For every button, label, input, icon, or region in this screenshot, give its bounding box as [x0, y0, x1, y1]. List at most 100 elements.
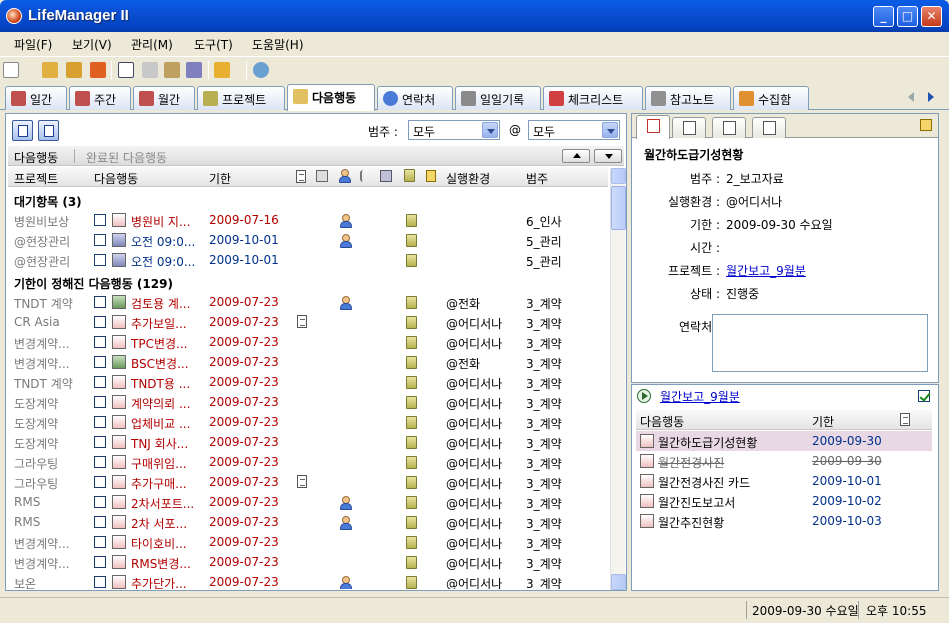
complete-checkbox[interactable] — [94, 234, 106, 246]
table-row[interactable]: 변경계약... RMS변경... 2009-07-23 @어디서나 3_계약 — [8, 552, 608, 572]
tab-next-action[interactable]: 다음행동 — [287, 84, 375, 111]
table-row[interactable]: 변경계약... 타이호비... 2009-07-23 @어디서나 3_계약 — [8, 532, 608, 552]
note-attached-icon[interactable] — [297, 475, 307, 488]
detail-tab-checklist[interactable] — [712, 117, 746, 138]
move-down-button[interactable] — [594, 149, 622, 163]
complete-checkbox[interactable] — [94, 516, 106, 528]
col-due[interactable]: 기한 — [812, 413, 834, 430]
tab-scroll-right-icon[interactable] — [928, 92, 934, 102]
field-value[interactable]: 월간보고_9월분 — [726, 262, 806, 279]
table-row[interactable]: CR Asia 추가보일... 2009-07-23 @어디서나 3_계약 — [8, 312, 608, 332]
contact-icon[interactable] — [339, 496, 352, 510]
move-up-button[interactable] — [562, 149, 590, 163]
menu-manage[interactable]: 관리(M) — [131, 36, 173, 53]
tab-inbox[interactable]: 수집함 — [733, 86, 809, 110]
col-category[interactable]: 범주 — [526, 170, 548, 187]
table-row[interactable]: 보온 추가단가... 2009-07-23 @어디서나 3_계약 — [8, 572, 608, 589]
active-actions-tab[interactable]: 다음행동 — [14, 149, 58, 166]
project-column-icon[interactable] — [404, 169, 416, 182]
scroll-down-button[interactable] — [611, 574, 626, 590]
list-item[interactable]: 월간전경사진 2009-09-30 — [636, 451, 932, 471]
chevron-down-icon[interactable] — [602, 122, 618, 138]
complete-checkbox[interactable] — [94, 396, 106, 408]
tab-monthly[interactable]: 월간 — [133, 86, 195, 110]
table-row[interactable]: 도장계약 업체비교 ... 2009-07-23 @어디서나 3_계약 — [8, 412, 608, 432]
lock-icon[interactable] — [214, 62, 230, 78]
search-icon[interactable] — [253, 62, 269, 78]
menu-file[interactable]: 파일(F) — [14, 36, 52, 53]
sync-icon[interactable] — [90, 62, 106, 78]
chevron-down-icon[interactable] — [482, 122, 498, 138]
list-item[interactable]: 월간추진현황 2009-10-03 — [636, 511, 932, 531]
table-row[interactable]: TNDT 계약 TNDT용 ... 2009-07-23 @어디서나 3_계약 — [8, 372, 608, 392]
context-filter-select[interactable]: 모두 — [528, 120, 620, 140]
note-column-icon[interactable] — [296, 170, 308, 183]
attachment-column-icon[interactable] — [360, 170, 366, 182]
minimize-button[interactable]: _ — [873, 6, 894, 27]
col-action[interactable]: 다음행동 — [640, 413, 684, 430]
complete-checkbox[interactable] — [94, 296, 106, 308]
complete-checkbox[interactable] — [94, 376, 106, 388]
menu-help[interactable]: 도움말(H) — [252, 36, 304, 53]
list-item[interactable]: 월간전경사진 카드 2009-10-01 — [636, 471, 932, 491]
show-completed-checkbox[interactable] — [918, 390, 930, 402]
group-header[interactable]: 기한이 정해진 다음행동 (129) — [8, 272, 608, 292]
note-attached-icon[interactable] — [297, 315, 307, 328]
complete-checkbox[interactable] — [94, 576, 106, 588]
complete-checkbox[interactable] — [94, 316, 106, 328]
tab-checklist[interactable]: 체크리스트 — [543, 86, 643, 110]
category-filter-select[interactable]: 모두 — [408, 120, 500, 140]
complete-checkbox[interactable] — [94, 456, 106, 468]
table-row[interactable]: 변경계약... TPC변경... 2009-07-23 @어디서나 3_계약 — [8, 332, 608, 352]
vertical-scrollbar[interactable] — [610, 168, 626, 590]
group-header[interactable]: 대기항목 (3) — [8, 190, 608, 210]
menu-tools[interactable]: 도구(T) — [194, 36, 233, 53]
new-action-button[interactable] — [12, 120, 33, 141]
complete-checkbox[interactable] — [94, 416, 106, 428]
menu-view[interactable]: 보기(V) — [72, 36, 112, 53]
tools-icon[interactable] — [186, 62, 202, 78]
tab-weekly[interactable]: 주간 — [69, 86, 131, 110]
project-link[interactable]: 월간보고_9월분 — [660, 388, 740, 405]
import-icon[interactable] — [42, 62, 58, 78]
list-item[interactable]: 월간하도급기성현황 2009-09-30 — [636, 431, 932, 451]
tab-project[interactable]: 프로젝트 — [197, 86, 285, 110]
new-icon[interactable] — [3, 62, 19, 78]
contact-column-icon[interactable] — [338, 169, 351, 183]
note-column-icon[interactable] — [900, 413, 910, 426]
table-row[interactable]: 그라우팅 구매위임... 2009-07-23 @어디서나 3_계약 — [8, 452, 608, 472]
list-item[interactable]: 월간진도보고서 2009-10-02 — [636, 491, 932, 511]
grid-icon[interactable] — [118, 62, 134, 78]
contact-memo[interactable] — [712, 314, 928, 372]
table-row[interactable]: RMS 2차 서포... 2009-07-23 @어디서나 3_계약 — [8, 512, 608, 532]
complete-checkbox[interactable] — [94, 356, 106, 368]
col-action[interactable]: 다음행동 — [94, 170, 138, 187]
detail-tab-attachment[interactable] — [752, 117, 786, 138]
scroll-up-button[interactable] — [611, 168, 626, 184]
lock-icon[interactable] — [920, 119, 932, 131]
complete-checkbox[interactable] — [94, 496, 106, 508]
checklist-column-icon[interactable] — [316, 170, 328, 182]
table-row[interactable]: 도장계약 TNJ 회사... 2009-07-23 @어디서나 3_계약 — [8, 432, 608, 452]
tree-icon[interactable] — [142, 62, 158, 78]
table-row[interactable]: @현장관리 오전 09:0... 2009-10-01 5_관리 — [8, 250, 608, 270]
export-icon[interactable] — [66, 62, 82, 78]
col-project[interactable]: 프로젝트 — [14, 170, 58, 187]
table-row[interactable]: 그라우팅 추가구매... 2009-07-23 @어디서나 3_계약 — [8, 472, 608, 492]
edit-action-button[interactable] — [38, 120, 59, 141]
complete-checkbox[interactable] — [94, 214, 106, 226]
col-context[interactable]: 실행환경 — [446, 170, 490, 187]
contact-icon[interactable] — [339, 296, 352, 310]
tab-contacts[interactable]: 연락처 — [377, 86, 453, 110]
tab-reference-notes[interactable]: 참고노트 — [645, 86, 731, 110]
contact-icon[interactable] — [339, 516, 352, 530]
maximize-button[interactable]: □ — [897, 6, 918, 27]
contact-icon[interactable] — [339, 576, 352, 589]
contact-icon[interactable] — [339, 214, 352, 228]
contact-icon[interactable] — [339, 234, 352, 248]
complete-checkbox[interactable] — [94, 436, 106, 448]
scroll-thumb[interactable] — [611, 186, 626, 230]
complete-checkbox[interactable] — [94, 336, 106, 348]
close-button[interactable]: ✕ — [921, 6, 942, 27]
table-row[interactable]: RMS 2차서포트... 2009-07-23 @어디서나 3_계약 — [8, 492, 608, 512]
